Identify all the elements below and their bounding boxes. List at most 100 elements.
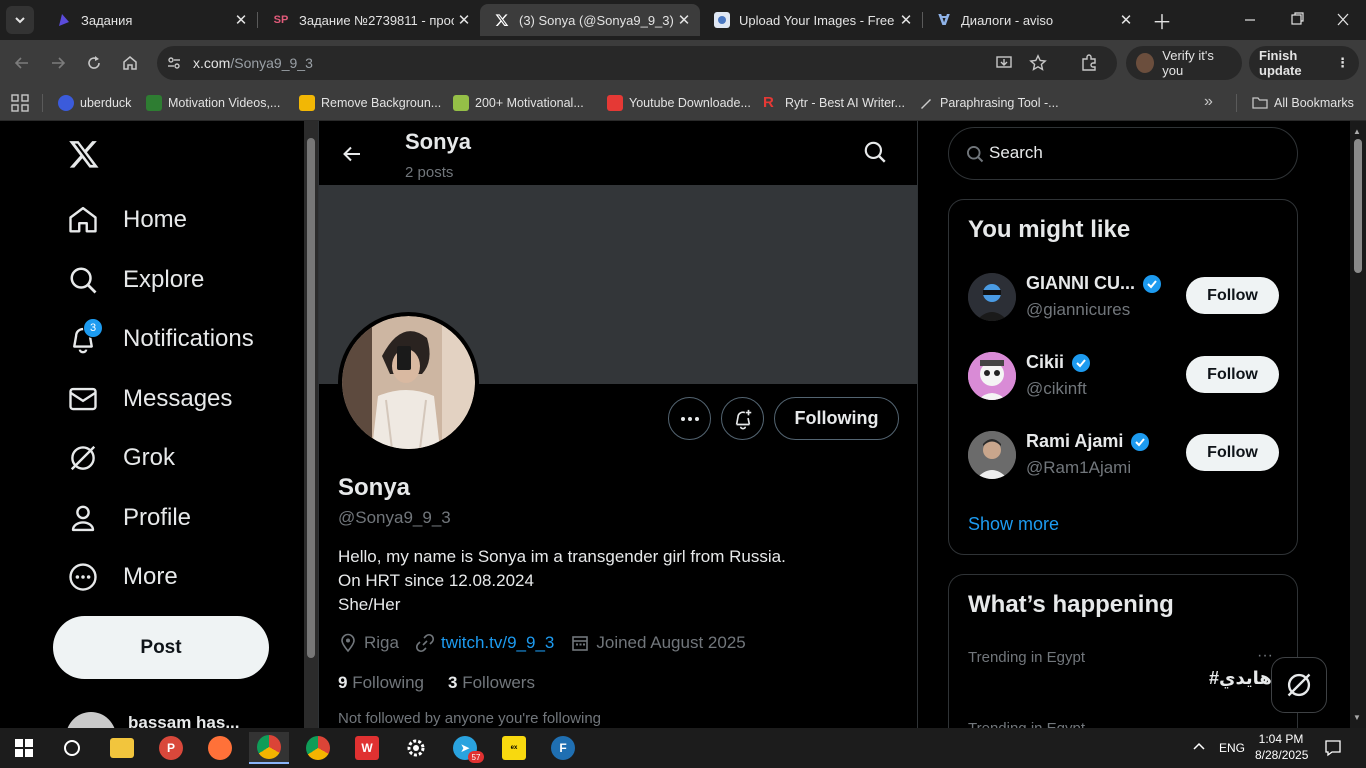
input-language[interactable]: ENG	[1219, 741, 1245, 755]
bookmark-motivational[interactable]: 200+ Motivational...	[453, 92, 584, 114]
nav-more[interactable]: More	[68, 557, 178, 597]
home-icon	[69, 206, 97, 233]
close-window-icon[interactable]	[1333, 12, 1353, 28]
all-bookmarks[interactable]: All Bookmarks	[1252, 92, 1354, 114]
nav-home[interactable]: Home	[68, 200, 187, 240]
suggestion-name[interactable]: GIANNI CU...	[1026, 273, 1162, 294]
forward-arrow-icon[interactable]	[44, 49, 72, 77]
close-icon[interactable]: ✕	[674, 10, 694, 30]
nav-label: More	[123, 563, 178, 590]
settings-gear-icon[interactable]	[396, 732, 436, 764]
browser-tab-upload[interactable]: Upload Your Images - Free I ✕	[700, 4, 922, 36]
site-info-icon[interactable]	[165, 54, 183, 72]
bell-plus-icon	[735, 409, 751, 429]
chevron-right-double-icon[interactable]: »	[1204, 93, 1213, 111]
chrome-icon[interactable]	[298, 732, 338, 764]
account-switcher[interactable]: bassam has...	[66, 709, 286, 728]
bookmark-rytr[interactable]: R Rytr - Best AI Writer...	[763, 92, 905, 114]
nav-messages[interactable]: Messages	[68, 379, 232, 419]
x-logo-icon[interactable]	[67, 138, 101, 170]
search-profile-button[interactable]	[862, 139, 892, 169]
close-icon[interactable]: ✕	[454, 10, 474, 30]
kebab-menu-icon: ⋮	[1336, 55, 1349, 70]
home-button-icon[interactable]	[116, 49, 144, 77]
install-app-icon[interactable]	[995, 54, 1013, 72]
avatar[interactable]	[968, 431, 1016, 479]
browser-tab-aviso[interactable]: ∀ Диалоги - aviso ✕	[922, 4, 1142, 36]
posts-count: 2 posts	[405, 164, 454, 181]
header-name: Sonya	[405, 129, 472, 154]
x-profile-page: Home Explore Notifications 3 Messages Gr…	[0, 121, 1366, 728]
address-bar[interactable]: x.com/Sonya9_9_3	[157, 46, 1117, 80]
fb-app-icon[interactable]: F	[543, 732, 583, 764]
location-pin-icon	[341, 633, 355, 653]
suggestion-name[interactable]: Cikii	[1026, 352, 1091, 373]
new-tab-button[interactable]: ＋	[1150, 8, 1174, 34]
follow-button[interactable]: Follow	[1186, 277, 1279, 314]
show-more-link[interactable]: Show more	[968, 514, 1059, 535]
sidebar-scrollbar[interactable]	[304, 121, 318, 728]
wps-office-icon[interactable]: W	[347, 732, 387, 764]
nav-explore[interactable]: Explore	[68, 260, 204, 300]
bookmark-motivation-videos[interactable]: Motivation Videos,...	[146, 92, 280, 114]
page-scrollbar[interactable]: ▲ ▼	[1350, 121, 1366, 728]
trend-context: Trending in Egypt	[968, 720, 1085, 728]
location: Riga	[364, 633, 399, 652]
bookmark-youtube-downloader[interactable]: Youtube Downloade...	[607, 92, 751, 114]
avatar[interactable]	[968, 352, 1016, 400]
firefox-icon[interactable]	[200, 732, 240, 764]
follow-button[interactable]: Follow	[1186, 356, 1279, 393]
bookmark-star-icon[interactable]	[1029, 54, 1047, 72]
profile-avatar[interactable]	[338, 312, 479, 453]
bio-line: On HRT since 12.08.2024	[338, 571, 534, 590]
nav-grok[interactable]: Grok	[68, 438, 175, 478]
profile-link[interactable]: twitch.tv/9_9_3	[441, 633, 554, 653]
finish-update-button[interactable]: Finish update ⋮	[1249, 46, 1359, 80]
grok-floating-button[interactable]	[1271, 657, 1327, 713]
browser-tab-task[interactable]: SP Задание №2739811 - прос ✕	[258, 4, 480, 36]
back-button[interactable]	[335, 137, 369, 171]
trend-more-icon[interactable]: ···	[1257, 647, 1273, 665]
search-input[interactable]: Search	[948, 127, 1298, 180]
close-icon[interactable]: ✕	[896, 10, 916, 30]
follow-button[interactable]: Follow	[1186, 434, 1279, 471]
close-icon[interactable]: ✕	[1116, 10, 1136, 30]
nav-profile[interactable]: Profile	[68, 498, 191, 538]
suggestion-name[interactable]: Rami Ajami	[1026, 431, 1150, 452]
minimize-window-icon[interactable]	[1240, 12, 1260, 28]
browser-tab-x-profile[interactable]: (3) Sonya (@Sonya9_9_3) / X ✕	[480, 4, 700, 36]
extensions-puzzle-icon[interactable]	[1075, 49, 1103, 77]
windows-start-icon[interactable]	[4, 732, 44, 764]
cortana-search-icon[interactable]	[52, 732, 92, 764]
tab-search-button[interactable]	[6, 6, 34, 34]
more-options-button[interactable]	[668, 397, 711, 440]
bookmark-paraphrasing[interactable]: Paraphrasing Tool -...	[918, 92, 1059, 114]
nav-label: Home	[123, 206, 188, 233]
verify-profile-button[interactable]: Verify it's you	[1126, 46, 1242, 80]
file-explorer-icon[interactable]	[102, 732, 142, 764]
followers-link[interactable]: 3 Followers	[448, 673, 535, 693]
exness-icon[interactable]: ex	[494, 732, 534, 764]
post-button[interactable]: Post	[53, 616, 269, 679]
trend-tag[interactable]: #هايدي	[1209, 668, 1272, 689]
browser-tab-zadaniya[interactable]: Задания ✕	[42, 4, 257, 36]
p-app-icon[interactable]: P	[151, 732, 191, 764]
close-icon[interactable]: ✕	[231, 10, 251, 30]
restore-window-icon[interactable]	[1287, 12, 1307, 28]
clock-date: 8/28/2025	[1255, 748, 1309, 762]
show-hidden-icons[interactable]	[1192, 740, 1206, 754]
bookmark-uberduck[interactable]: uberduck	[58, 92, 131, 114]
apps-grid-icon[interactable]	[11, 94, 29, 112]
back-arrow-icon	[343, 146, 360, 162]
taskbar-clock[interactable]: 1:04 PM 8/28/2025	[1255, 731, 1309, 763]
following-button[interactable]: Following	[774, 397, 899, 440]
action-center-icon[interactable]	[1324, 739, 1342, 757]
bookmark-remove-background[interactable]: Remove Backgroun...	[299, 92, 441, 114]
avatar[interactable]	[968, 273, 1016, 321]
chrome-active-icon[interactable]	[249, 732, 289, 764]
following-link[interactable]: 9 Following	[338, 673, 424, 693]
telegram-badge: 57	[468, 751, 484, 763]
notify-button[interactable]	[721, 397, 764, 440]
reload-icon[interactable]	[80, 49, 108, 77]
back-arrow-icon[interactable]	[8, 49, 36, 77]
